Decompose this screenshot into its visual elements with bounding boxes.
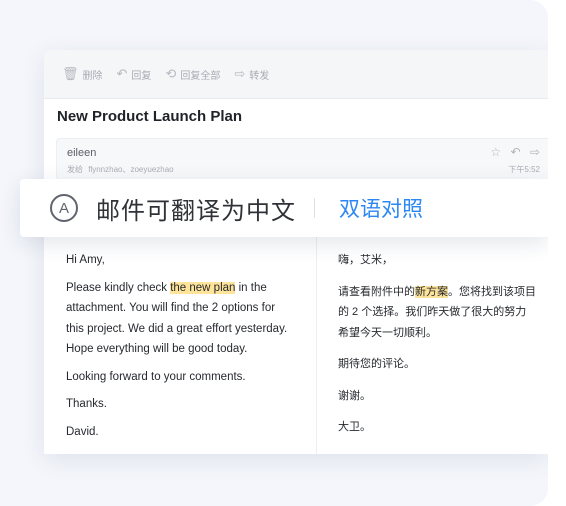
star-icon[interactable]: ☆ — [490, 145, 501, 159]
sender-name[interactable]: eileen — [67, 147, 96, 159]
original-closing: Looking forward to your comments. — [66, 370, 246, 383]
bilingual-view-button[interactable]: 双语对照 — [339, 193, 423, 223]
background-panel: 🗑 删除 ↶ 回复 ⟲ 回复全部 ⇨ 转发 New Product Launch… — [0, 0, 548, 506]
translated-signature: 大卫。 — [338, 421, 371, 433]
separator — [314, 198, 315, 218]
recipients-list[interactable]: flynnzhao、zoeyuezhao — [88, 165, 173, 174]
reply-all-icon: ⟲ — [165, 66, 177, 81]
reply-label: 回复 — [131, 70, 152, 82]
translate-label: 邮件可翻译为中文 — [96, 197, 296, 225]
text-span: 希望今天一切顺利。 — [338, 326, 437, 339]
trash-icon: 🗑 — [62, 66, 79, 81]
reply-button[interactable]: ↶ 回复 — [117, 66, 152, 82]
email-header: eileen 发给 flynnzhao、zoeyuezhao ☆ ↶ ⇨ 下午5… — [56, 138, 548, 180]
text-span: 。您将找到该项目 — [448, 285, 536, 298]
email-time: 下午5:52 — [508, 165, 540, 174]
original-thanks: Thanks. — [66, 398, 107, 410]
translated-greeting: 嗨，艾米， — [338, 254, 393, 266]
delete-button[interactable]: 🗑 删除 — [62, 66, 103, 82]
highlighted-phrase[interactable]: the new plan — [170, 281, 236, 294]
highlighted-phrase[interactable]: 新方案 — [415, 285, 448, 298]
text-span: Please kindly check — [66, 281, 171, 294]
text-span: 请查看附件中的 — [338, 285, 415, 298]
translated-body: 嗨，艾米， 请查看附件中的新方案。您将找到该项目的 2 个选择。我们昨天做了很大… — [338, 250, 548, 449]
recipients: 发给 flynnzhao、zoeyuezhao — [67, 164, 174, 175]
reply-all-label: 回复全部 — [180, 70, 221, 82]
forward-button[interactable]: ⇨ 转发 — [234, 66, 269, 82]
header-actions: ☆ ↶ ⇨ — [484, 145, 540, 159]
translated-paragraph: 请查看附件中的新方案。您将找到该项目的 2 个选择。我们昨天做了很大的努力 希望今… — [338, 282, 548, 344]
column-divider — [316, 236, 317, 454]
delete-label: 删除 — [82, 70, 103, 82]
original-greeting: Hi Amy, — [66, 254, 105, 266]
forward-icon: ⇨ — [234, 66, 246, 81]
original-body: Hi Amy, Please kindly check the new plan… — [66, 250, 296, 449]
translated-thanks: 谢谢。 — [338, 389, 371, 402]
forward-icon[interactable]: ⇨ — [530, 145, 540, 159]
translate-icon: A — [50, 194, 78, 222]
reply-icon: ↶ — [116, 66, 128, 81]
original-signature: David. — [66, 425, 99, 438]
forward-label: 转发 — [249, 70, 270, 82]
email-window: 🗑 删除 ↶ 回复 ⟲ 回复全部 ⇨ 转发 New Product Launch… — [44, 50, 548, 454]
reply-all-button[interactable]: ⟲ 回复全部 — [165, 66, 220, 82]
reply-icon[interactable]: ↶ — [511, 145, 521, 159]
email-subject: New Product Launch Plan — [57, 108, 243, 125]
email-toolbar: 🗑 删除 ↶ 回复 ⟲ 回复全部 ⇨ 转发 — [44, 50, 548, 99]
original-paragraph: Please kindly check the new plan in the … — [66, 278, 296, 360]
translated-closing: 期待您的评论。 — [338, 358, 415, 370]
recipients-label: 发给 — [67, 165, 83, 174]
text-span: 的 2 个选择。我们昨天做了很大的努力 — [338, 306, 527, 318]
translate-bar: A 邮件可翻译为中文 双语对照 — [20, 179, 548, 237]
